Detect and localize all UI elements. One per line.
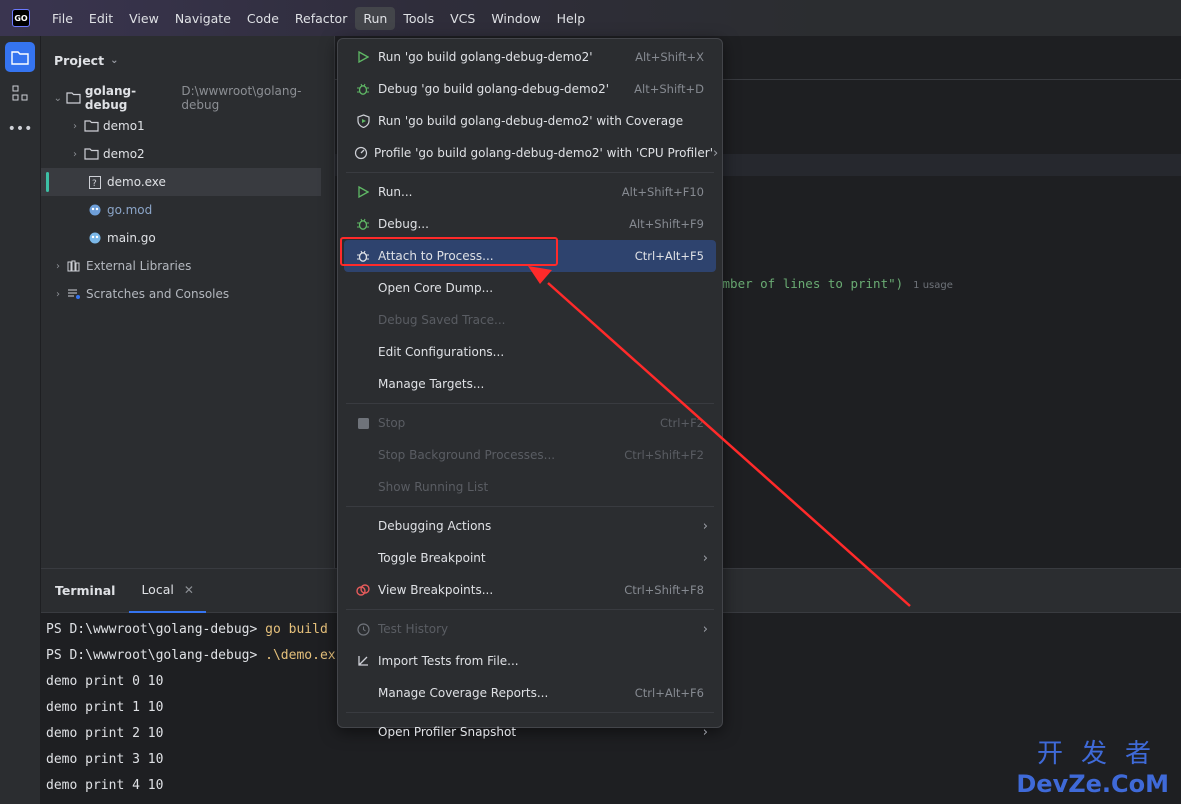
watermark-cn: 开发者 <box>1036 739 1169 769</box>
watermark-en: DevZe.CoM <box>1016 770 1169 798</box>
watermark: 开发者 DevZe.CoM <box>1016 733 1169 798</box>
annotation-arrow <box>528 266 911 607</box>
